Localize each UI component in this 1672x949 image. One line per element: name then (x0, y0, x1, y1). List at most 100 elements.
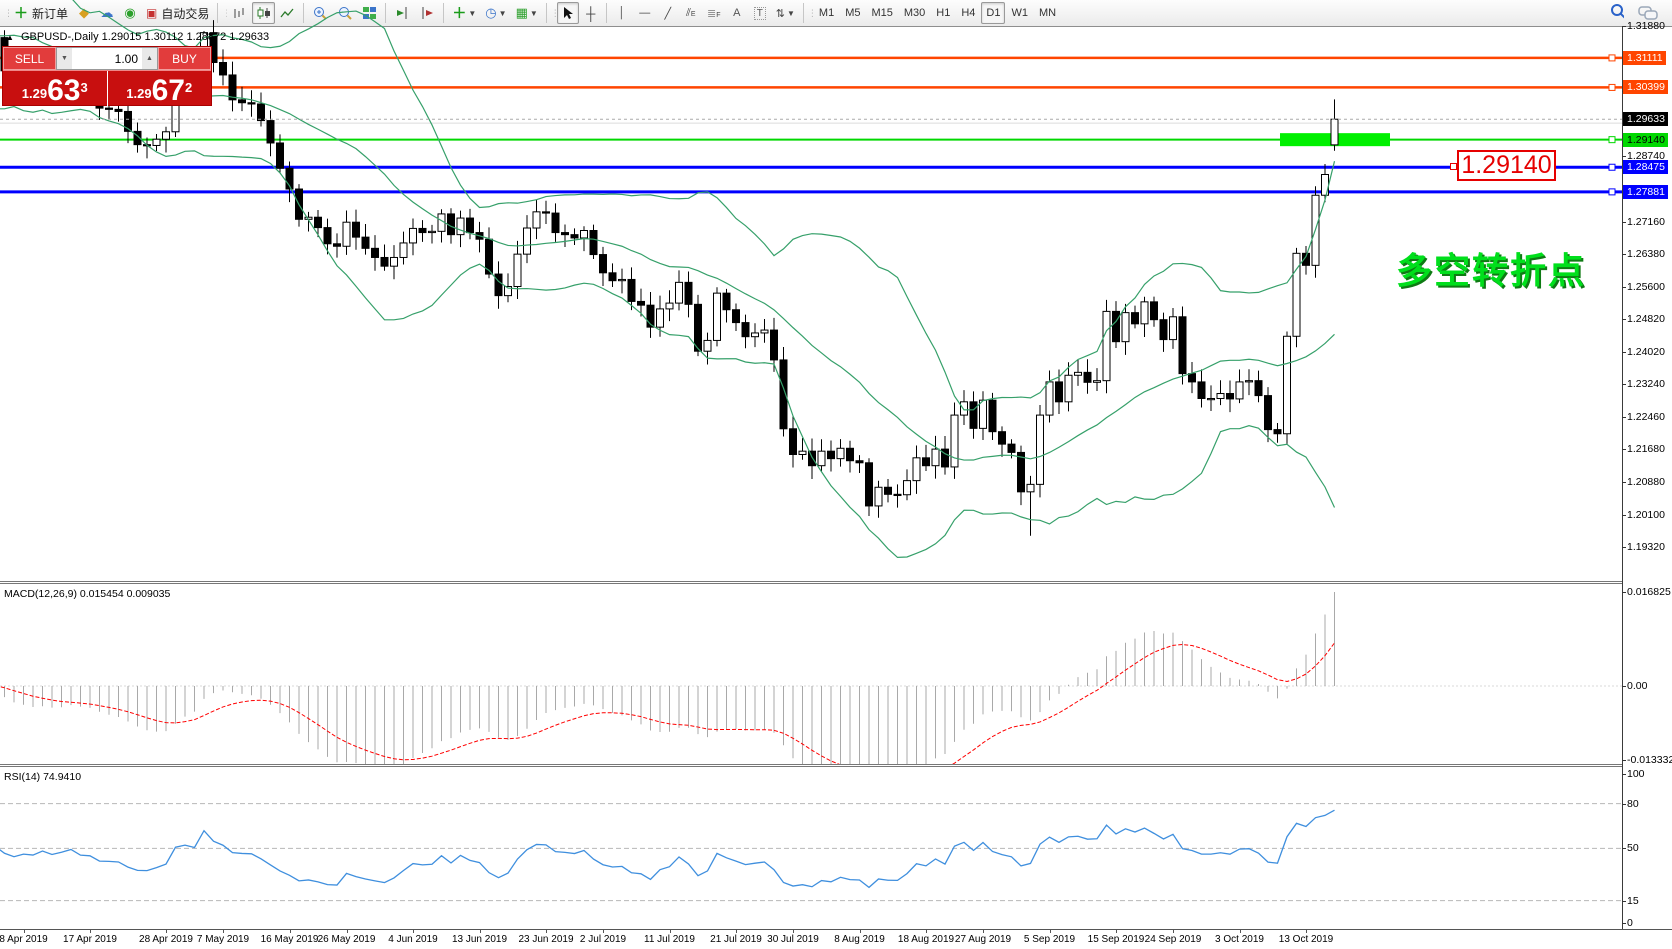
macd-axis-label: 0.00 (1627, 680, 1647, 692)
candle-down (1132, 313, 1139, 324)
one-click-trading-panel: SELL ▼ 1.00 ▲ BUY 1.29633 1.29672 (2, 46, 212, 106)
rsi-axis-label: 100 (1627, 768, 1645, 780)
level-axis-label: 1.29140 (1623, 133, 1668, 147)
time-tick (1240, 930, 1241, 933)
candle-down (467, 218, 474, 233)
time-label: 15 Sep 2019 (1088, 934, 1145, 945)
candle-up (799, 451, 806, 454)
candle-down (1255, 381, 1262, 396)
candle-up (429, 231, 436, 232)
level-anchor (1609, 55, 1615, 61)
candle-down (372, 248, 379, 257)
candle-up (1046, 382, 1053, 415)
rsi-indicator-panel[interactable] (0, 767, 1622, 929)
rsi-axis-label: 80 (1627, 798, 1639, 810)
chat-icon[interactable] (1638, 5, 1658, 21)
candle-down (600, 255, 607, 273)
time-label: 16 May 2019 (261, 934, 319, 945)
current-price-label: 1.29633 (1623, 112, 1668, 126)
candle-down (885, 487, 892, 494)
price-tick-label: 1.23240 (1627, 378, 1665, 390)
time-tick (1306, 930, 1307, 933)
candle-down (562, 233, 569, 235)
price-tick-label: 1.24820 (1627, 313, 1665, 325)
buy-price-pip: 2 (185, 71, 192, 105)
price-tick-label: 1.21680 (1627, 443, 1665, 455)
macd-indicator-panel[interactable] (0, 584, 1622, 764)
macd-axis-label: -0.013332 (1627, 754, 1672, 766)
time-label: 26 May 2019 (318, 934, 376, 945)
sell-button[interactable]: SELL (3, 47, 56, 70)
candle-up (1037, 415, 1044, 484)
candle-up (980, 400, 987, 428)
level-anchor (1609, 189, 1615, 195)
candle-up (904, 481, 911, 495)
candle-up (400, 243, 407, 258)
candle-up (1331, 119, 1338, 145)
candle-down (970, 402, 977, 429)
candle-down (1018, 452, 1025, 491)
price-tick-label: 1.19320 (1627, 541, 1665, 553)
candle-up (704, 340, 711, 351)
candle-down (828, 451, 835, 458)
rsi-axis-label: 0 (1627, 917, 1633, 929)
candle-up (619, 279, 626, 280)
candle-down (847, 448, 854, 460)
candle-down (989, 400, 996, 432)
candle-down (419, 228, 426, 232)
time-label: 7 May 2019 (197, 934, 249, 945)
candle-down (1227, 394, 1234, 399)
price-flag-label[interactable]: 1.29140 (1457, 150, 1556, 181)
level-axis-label: 1.27881 (1623, 185, 1668, 199)
time-label: 23 Jun 2019 (518, 934, 573, 945)
candle-up (1065, 375, 1072, 402)
price-tick-label: 1.31880 (1627, 20, 1665, 32)
candle-down (353, 222, 360, 237)
time-label: 18 Aug 2019 (898, 934, 954, 945)
main-price-chart[interactable] (0, 0, 1622, 581)
volume-down-button[interactable]: ▼ (57, 48, 72, 69)
price-tick-label: 1.26380 (1627, 248, 1665, 260)
buy-price[interactable]: 1.29672 (108, 71, 212, 107)
candle-down (1008, 444, 1015, 452)
candle-up (533, 212, 540, 228)
time-tick (480, 930, 481, 933)
cn-annotation-text[interactable]: 多空转折点 (1396, 242, 1586, 294)
time-tick (24, 930, 25, 933)
candle-down (1189, 374, 1196, 382)
candle-up (961, 402, 968, 415)
candle-up (932, 449, 939, 466)
time-label: 2 Jul 2019 (580, 934, 626, 945)
time-label: 8 Apr 2019 (0, 934, 48, 945)
candle-up (410, 228, 417, 243)
candle-up (153, 139, 160, 145)
candle-down (229, 75, 236, 100)
time-label: 13 Oct 2019 (1279, 934, 1333, 945)
level-axis-label: 1.31111 (1623, 51, 1666, 65)
time-label: 11 Jul 2019 (644, 934, 695, 945)
candle-down (790, 429, 797, 455)
sell-price[interactable]: 1.29633 (3, 71, 108, 107)
level-axis-label: 1.28475 (1623, 160, 1668, 174)
candle-down (1274, 430, 1281, 434)
time-label: 3 Oct 2019 (1215, 934, 1264, 945)
rsi-axis-label: 15 (1627, 895, 1639, 907)
candle-down (590, 231, 597, 255)
candle-up (1246, 381, 1253, 382)
volume-up-button[interactable]: ▲ (142, 48, 157, 69)
candle-down (1113, 311, 1120, 341)
volume-input[interactable]: 1.00 (72, 48, 142, 69)
candle-down (115, 109, 122, 111)
time-tick (736, 930, 737, 933)
collapse-panel-icon[interactable]: ▲ (6, 33, 14, 42)
candle-down (1056, 382, 1063, 402)
time-label: 28 Apr 2019 (139, 934, 193, 945)
candle-down (324, 228, 331, 244)
buy-button[interactable]: BUY (158, 47, 211, 70)
sell-price-prefix: 1.29 (22, 83, 47, 105)
candle-up (1027, 484, 1034, 491)
time-axis[interactable]: 8 Apr 201917 Apr 201928 Apr 20197 May 20… (0, 929, 1672, 949)
time-label: 8 Aug 2019 (834, 934, 885, 945)
candle-down (1179, 317, 1186, 374)
candle-up (1208, 398, 1215, 399)
